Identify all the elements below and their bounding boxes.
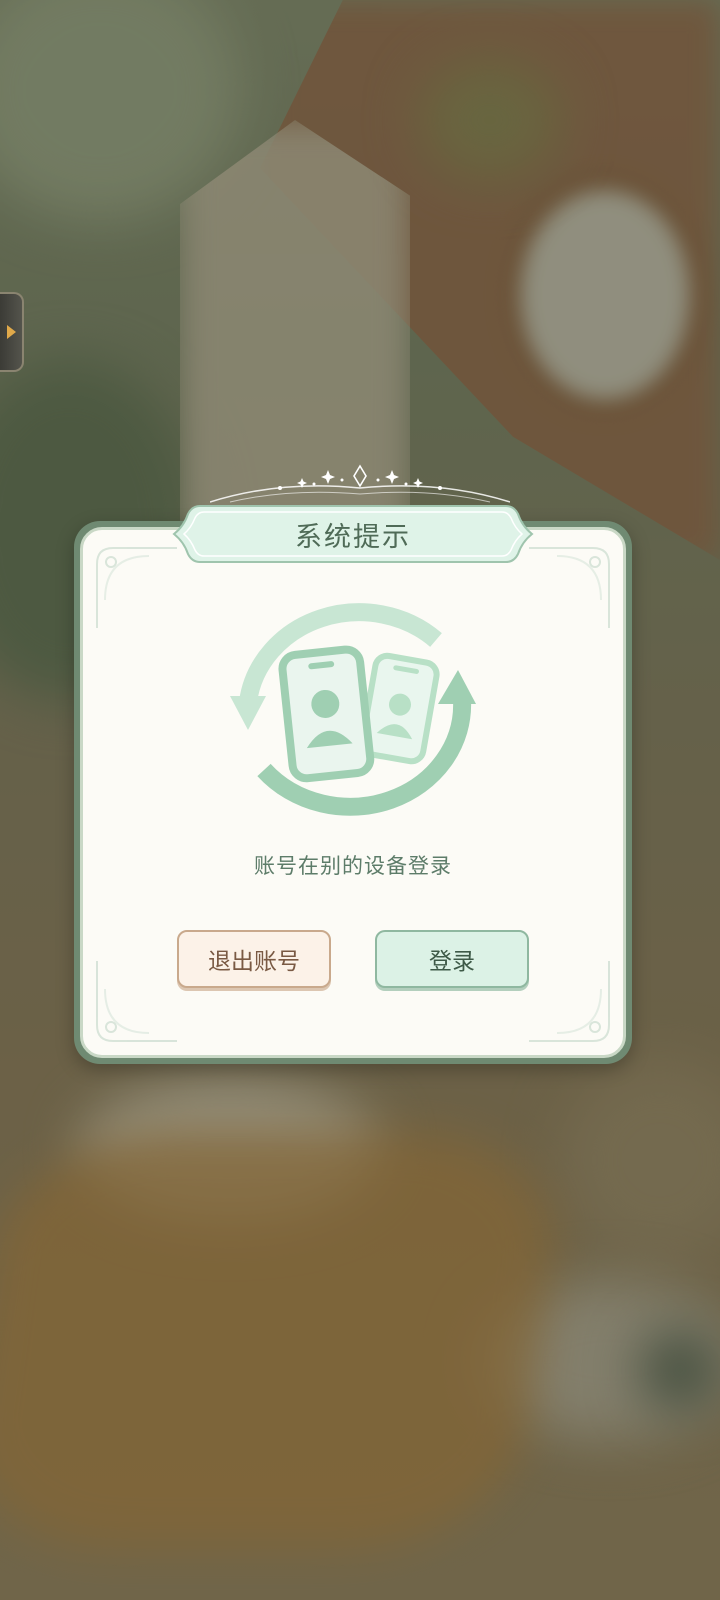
login-button-label: 登录 <box>429 949 475 975</box>
login-button[interactable]: 登录 <box>375 930 529 988</box>
dialog-title: 系统提示 <box>295 521 411 553</box>
logout-button[interactable]: 退出账号 <box>177 930 331 988</box>
logout-button-label: 退出账号 <box>208 949 300 975</box>
corner-ornament <box>529 961 610 1042</box>
corner-ornament <box>96 961 177 1042</box>
dialog-message: 账号在别的设备登录 <box>254 854 452 878</box>
title-sparkle-ornament <box>210 464 510 503</box>
side-panel-toggle[interactable] <box>0 292 24 372</box>
chevron-right-icon <box>6 325 16 339</box>
device-switch-icon <box>230 603 476 816</box>
corner-ornament <box>96 547 177 628</box>
corner-ornament <box>529 547 610 628</box>
